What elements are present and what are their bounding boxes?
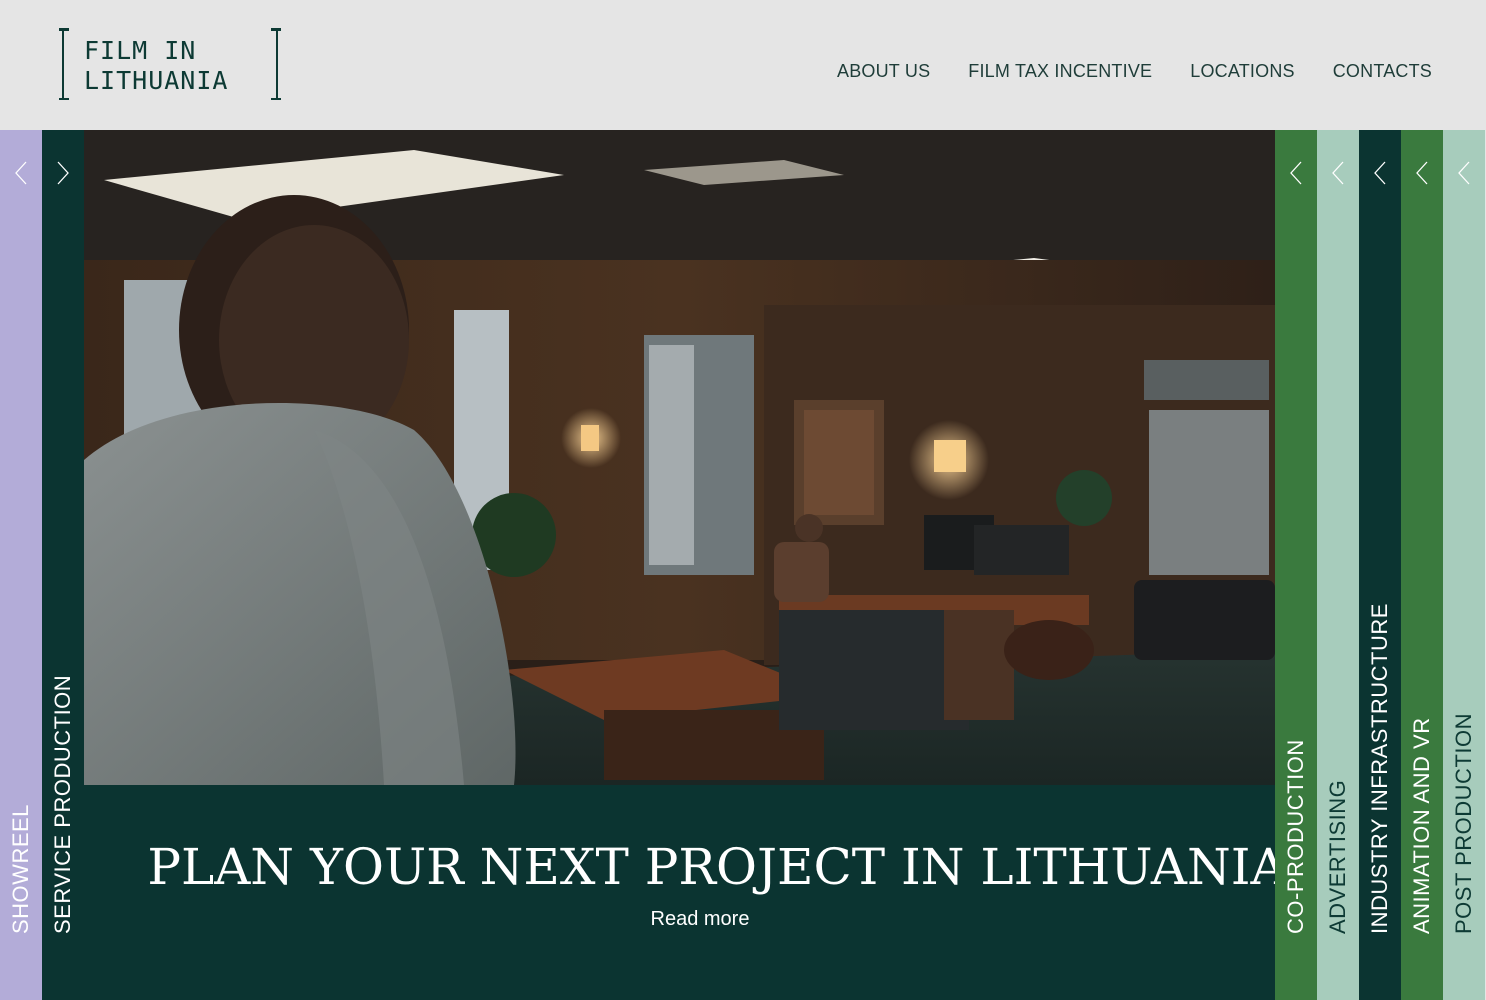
strip-label-co-production: CO-PRODUCTION xyxy=(1283,739,1308,934)
strip-service-production[interactable]: SERVICE PRODUCTION xyxy=(42,130,84,1000)
chevron-right-icon[interactable] xyxy=(42,160,84,186)
nav-locations[interactable]: LOCATIONS xyxy=(1190,61,1294,82)
logo-bracket-left xyxy=(59,28,76,100)
strip-label-showreel: SHOWREEL xyxy=(8,804,33,934)
strip-label-service-production: SERVICE PRODUCTION xyxy=(50,674,75,934)
nav-about-us[interactable]: ABOUT US xyxy=(837,61,930,82)
nav-contacts[interactable]: CONTACTS xyxy=(1333,61,1432,82)
strip-advertising[interactable]: ADVERTISING xyxy=(1317,130,1359,1000)
chevron-left-icon[interactable] xyxy=(1275,160,1317,186)
chevron-left-icon[interactable] xyxy=(1401,160,1443,186)
logo-line-1: FILM IN xyxy=(84,36,197,65)
logo-line-2: LITHUANIA xyxy=(84,66,229,95)
strip-label-post-production: POST PRODUCTION xyxy=(1451,712,1476,934)
hero-title: PLAN YOUR NEXT PROJECT IN LITHUANIA xyxy=(147,838,1287,896)
chevron-left-icon[interactable] xyxy=(1359,160,1401,186)
strip-co-production[interactable]: CO-PRODUCTION xyxy=(1275,130,1317,1000)
read-more-link[interactable]: Read more xyxy=(84,908,1316,931)
strip-showreel[interactable]: SHOWREEL xyxy=(0,130,42,1000)
hero-section: PLAN YOUR NEXT PROJECT IN LITHUANIA Read… xyxy=(84,130,1287,1000)
strip-label-advertising: ADVERTISING xyxy=(1325,779,1350,934)
chevron-left-icon[interactable] xyxy=(0,160,42,186)
site-logo[interactable]: FILM IN LITHUANIA xyxy=(59,28,281,100)
strip-label-animation-and-vr: ANIMATION AND VR xyxy=(1409,717,1434,934)
chevron-left-icon[interactable] xyxy=(1443,160,1485,186)
chevron-left-icon[interactable] xyxy=(1317,160,1359,186)
strip-label-industry-infrastructure: INDUSTRY INFRASTRUCTURE xyxy=(1367,603,1392,934)
strip-industry-infrastructure[interactable]: INDUSTRY INFRASTRUCTURE xyxy=(1359,130,1401,1000)
nav-film-tax-incentive[interactable]: FILM TAX INCENTIVE xyxy=(968,61,1152,82)
site-header: FILM IN LITHUANIA ABOUT US FILM TAX INCE… xyxy=(0,0,1486,130)
strip-post-production[interactable]: POST PRODUCTION xyxy=(1443,130,1485,1000)
main-nav: ABOUT US FILM TAX INCENTIVE LOCATIONS CO… xyxy=(837,61,1432,82)
logo-bracket-right xyxy=(264,28,281,100)
hero-photo xyxy=(84,130,1275,785)
strip-animation-and-vr[interactable]: ANIMATION AND VR xyxy=(1401,130,1443,1000)
